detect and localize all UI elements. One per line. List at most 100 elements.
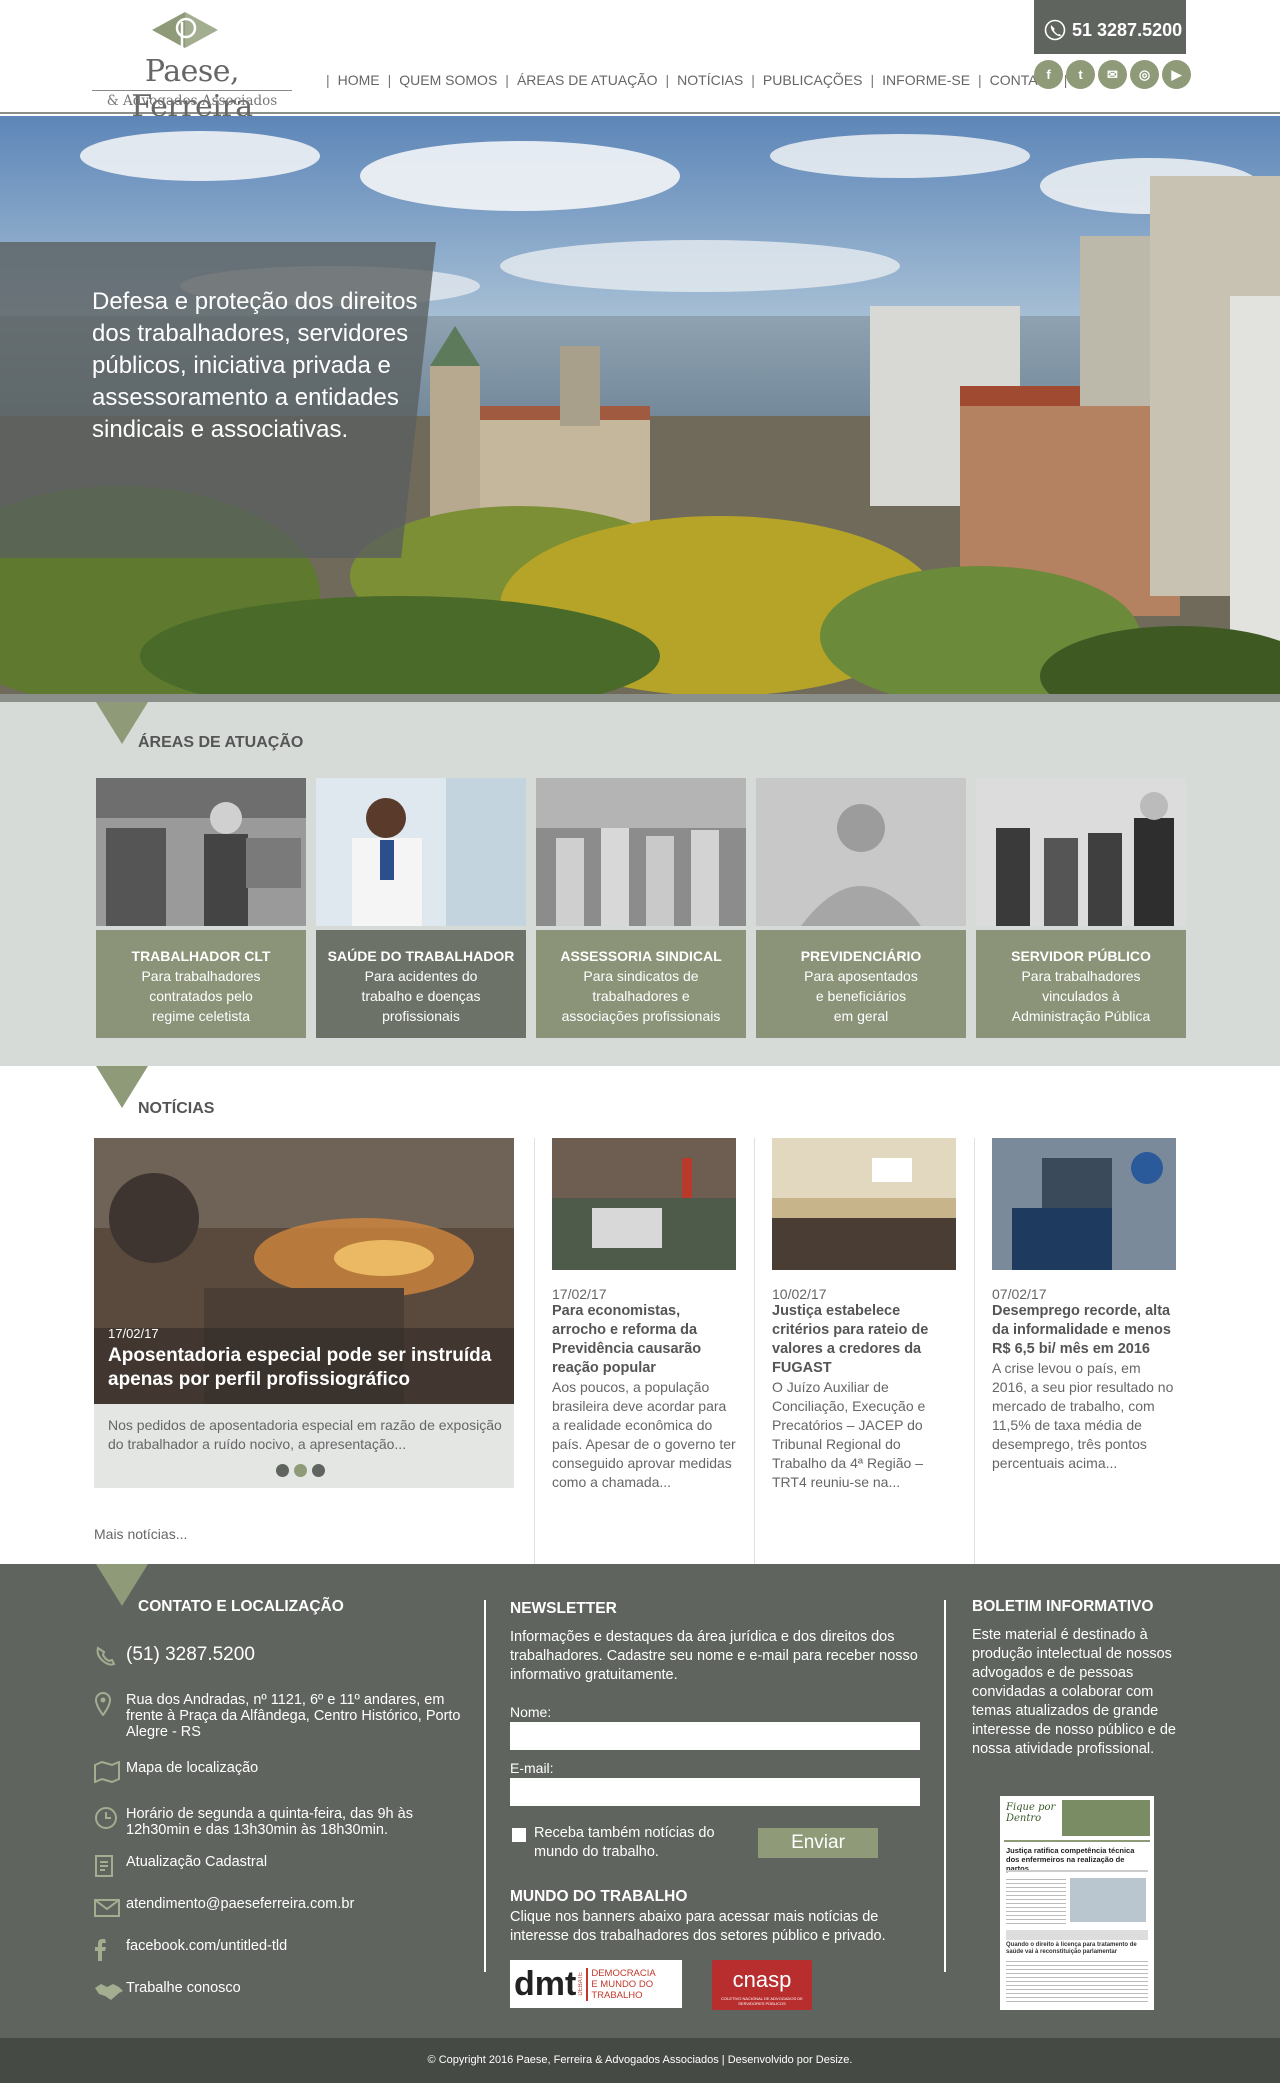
- email-icon[interactable]: ✉: [1098, 60, 1127, 89]
- logo-name: Paese, Ferreira: [131, 54, 253, 124]
- news-card[interactable]: 17/02/17 Para economistas, arrocho e ref…: [552, 1138, 736, 1492]
- area-title: PREVIDENCIÁRIO: [800, 948, 922, 964]
- area-image-factory-worker: [96, 778, 306, 926]
- area-desc: profissionais: [382, 1008, 460, 1024]
- boletim-text: Este material é destinado à produção int…: [972, 1627, 1176, 1757]
- news-summary: Aos poucos, a população brasileira deve …: [552, 1379, 736, 1490]
- instagram-icon[interactable]: ◎: [1130, 60, 1159, 89]
- news-divider: [974, 1138, 975, 1564]
- contact-phone[interactable]: (51) 3287.5200: [94, 1644, 255, 1668]
- area-desc: Para trabalhadores: [1021, 968, 1141, 984]
- contact-address: Rua dos Andradas, nº 1121, 6º e 11º anda…: [94, 1692, 474, 1740]
- contact-email[interactable]: atendimento@paeseferreira.com.br: [94, 1896, 354, 1920]
- name-label: Nome:: [510, 1704, 552, 1720]
- news-date: 17/02/17: [552, 1286, 607, 1302]
- logo[interactable]: Paese, Ferreira & Advogados Associados: [92, 12, 292, 124]
- area-desc: Para aposentados: [804, 968, 918, 984]
- news-title: Desemprego recorde, alta da informalidad…: [992, 1303, 1171, 1357]
- youtube-icon[interactable]: ▶: [1162, 60, 1191, 89]
- social-links: f t ✉ ◎ ▶: [1034, 60, 1191, 89]
- area-card-servidor[interactable]: SERVIDOR PÚBLICO Para trabalhadores vinc…: [976, 778, 1186, 1038]
- nav-noticias[interactable]: NOTÍCIAS: [677, 72, 743, 88]
- nav-informe-se[interactable]: INFORME-SE: [882, 72, 970, 88]
- header-phone[interactable]: 51 3287.5200: [1034, 0, 1186, 54]
- facebook-icon[interactable]: f: [1034, 60, 1063, 89]
- nav-publicacoes[interactable]: PUBLICAÇÕES: [763, 72, 863, 88]
- featured-news[interactable]: 17/02/17 Aposentadoria especial pode ser…: [94, 1138, 514, 1488]
- carousel-dot[interactable]: [276, 1464, 289, 1477]
- phone-icon: [1044, 19, 1066, 41]
- hero-divider: [0, 694, 1280, 702]
- logo-mark-icon: [152, 12, 218, 48]
- twitter-icon[interactable]: t: [1066, 60, 1095, 89]
- area-desc: Administração Pública: [1011, 1008, 1151, 1024]
- dmt-banner[interactable]: dmt DEBATE DEMOCRACIA E MUNDO DO TRABALH…: [510, 1960, 682, 2008]
- news-section: NOTÍCIAS 17/02/17 Aposentadoria especial…: [0, 1066, 1280, 1564]
- area-card-previdenciario[interactable]: PREVIDENCIÁRIO Para aposentados e benefi…: [756, 778, 966, 1038]
- area-title: ASSESSORIA SINDICAL: [560, 948, 722, 964]
- news-summary: A crise levou o país, em 2016, a seu pio…: [992, 1360, 1174, 1471]
- area-image-senior-man: [756, 778, 966, 926]
- area-card-clt[interactable]: TRABALHADOR CLT Para trabalhadores contr…: [96, 778, 306, 1038]
- footer-divider: [944, 1600, 946, 1972]
- area-title: TRABALHADOR CLT: [131, 948, 271, 964]
- carousel-dot[interactable]: [312, 1464, 325, 1477]
- cnasp-banner[interactable]: cnasp COLETIVO NACIONAL DE ADVOGADOS DE …: [712, 1960, 812, 2010]
- form-edit-icon: [94, 1854, 126, 1878]
- contact-map[interactable]: Mapa de localização: [94, 1760, 258, 1784]
- main-nav: | HOME | QUEM SOMOS | ÁREAS DE ATUAÇÃO |…: [326, 72, 1068, 88]
- area-image-raised-fists: [536, 778, 746, 926]
- dmt-text: DEMOCRACIA E MUNDO DO TRABALHO: [586, 1967, 662, 2001]
- name-input[interactable]: [510, 1722, 920, 1750]
- featured-news-title: Aposentadoria especial pode ser instruíd…: [108, 1345, 492, 1390]
- contact-work[interactable]: Trabalhe conosco: [94, 1980, 241, 2004]
- area-card-saude[interactable]: SAÚDE DO TRABALHADOR Para acidentes do t…: [316, 778, 526, 1038]
- nav-quem-somos[interactable]: QUEM SOMOS: [399, 72, 497, 88]
- hero-text: Defesa e proteção dos direitos dos traba…: [92, 288, 418, 443]
- more-news-link[interactable]: Mais notícias...: [94, 1526, 187, 1542]
- news-image-work-card: [992, 1138, 1176, 1270]
- hero-banner: Defesa e proteção dos direitos dos traba…: [0, 116, 1280, 694]
- boletim-cover-headline: Justiça ratifica competência técnica dos…: [1006, 1846, 1135, 1873]
- submit-button[interactable]: Enviar: [758, 1828, 878, 1858]
- nav-areas[interactable]: ÁREAS DE ATUAÇÃO: [517, 72, 658, 88]
- location-pin-icon: [94, 1692, 126, 1716]
- area-image-doctor: [316, 778, 526, 926]
- footer-divider: [484, 1600, 486, 1972]
- carousel-dots: [276, 1464, 325, 1477]
- cnasp-logo: cnasp: [732, 1967, 792, 1992]
- area-desc: trabalho e doenças: [361, 988, 481, 1004]
- news-card[interactable]: 10/02/17 Justiça estabelece critérios pa…: [772, 1138, 956, 1492]
- carousel-dot-active[interactable]: [294, 1464, 307, 1477]
- dmt-side-label: DEBATE: [578, 1972, 585, 1996]
- area-desc: Para acidentes do: [364, 968, 478, 984]
- featured-news-summary: Nos pedidos de aposentadoria especial em…: [108, 1417, 502, 1452]
- area-desc: e beneficiários: [815, 988, 907, 1004]
- mundo-text: Clique nos banners abaixo para acessar m…: [510, 1909, 886, 1944]
- news-image-protest: [552, 1138, 736, 1270]
- nav-home[interactable]: HOME: [338, 72, 380, 88]
- news-title: Justiça estabelece critérios para rateio…: [772, 1303, 929, 1376]
- contact-update[interactable]: Atualização Cadastral: [94, 1854, 267, 1878]
- copyright-bar: © Copyright 2016 Paese, Ferreira & Advog…: [0, 2038, 1280, 2083]
- news-title: NOTÍCIAS: [138, 1100, 215, 1117]
- phone-icon: [94, 1644, 126, 1668]
- newsletter-title: NEWSLETTER: [510, 1600, 617, 1617]
- site-footer: CONTATO E LOCALIZAÇÃO (51) 3287.5200 Rua…: [0, 1564, 1280, 2038]
- newsletter-checkbox[interactable]: [512, 1828, 526, 1842]
- news-summary: O Juízo Auxiliar de Conciliação, Execuçã…: [772, 1379, 926, 1490]
- news-date: 10/02/17: [772, 1286, 827, 1302]
- email-input[interactable]: [510, 1778, 920, 1806]
- area-desc: vinculados à: [1042, 988, 1120, 1004]
- boletim-cover[interactable]: Fique por Dentro Justiça ratifica compet…: [1000, 1796, 1154, 2010]
- email-label: E-mail:: [510, 1760, 554, 1776]
- header-phone-number: 51 3287.5200: [1072, 19, 1183, 40]
- area-desc: contratados pelo: [149, 988, 253, 1004]
- contact-facebook[interactable]: facebook.com/untitled-tld: [94, 1938, 287, 1962]
- checkbox-label: Receba também notícias do mundo do traba…: [534, 1825, 715, 1860]
- cnasp-subtitle: COLETIVO NACIONAL DE ADVOGADOS DE SERVID…: [721, 1996, 803, 2006]
- news-card[interactable]: 07/02/17 Desemprego recorde, alta da inf…: [992, 1138, 1176, 1473]
- area-card-sindical[interactable]: ASSESSORIA SINDICAL Para sindicatos de t…: [536, 778, 746, 1038]
- area-desc: Para sindicatos de: [583, 968, 699, 984]
- map-icon: [94, 1760, 126, 1784]
